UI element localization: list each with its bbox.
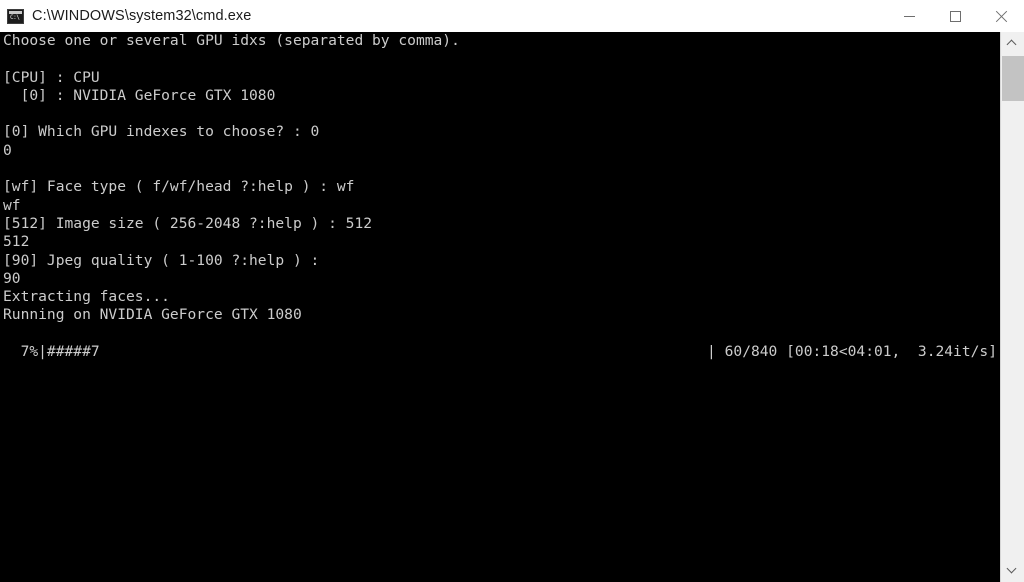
- minimize-button[interactable]: [886, 0, 932, 32]
- maximize-button[interactable]: [932, 0, 978, 32]
- console-output-area[interactable]: Choose one or several GPU idxs (separate…: [0, 32, 1000, 582]
- cmd-window: C:\WINDOWS\system32\cmd.exe Choose one o…: [0, 0, 1024, 582]
- chevron-down-icon: [1008, 566, 1017, 575]
- progress-row: 7%|#####7 | 60/840 [00:18<04:01, 3.24it/…: [3, 343, 997, 361]
- console-text: Choose one or several GPU idxs (separate…: [3, 32, 460, 324]
- close-icon: [995, 10, 1008, 23]
- cmd-console-icon: [7, 8, 24, 24]
- window-controls: [886, 0, 1024, 32]
- window-title: C:\WINDOWS\system32\cmd.exe: [32, 8, 252, 24]
- progress-stats: | 60/840 [00:18<04:01, 3.24it/s]: [707, 343, 997, 360]
- chevron-up-icon: [1008, 40, 1017, 49]
- minimize-icon: [903, 15, 915, 17]
- close-button[interactable]: [978, 0, 1024, 32]
- scroll-up-button[interactable]: [1001, 32, 1024, 56]
- vertical-scrollbar[interactable]: [1000, 32, 1024, 582]
- titlebar[interactable]: C:\WINDOWS\system32\cmd.exe: [0, 0, 1024, 33]
- scroll-down-button[interactable]: [1001, 558, 1024, 582]
- progress-bar: 7%|#####7: [3, 343, 100, 360]
- scrollbar-thumb[interactable]: [1002, 56, 1024, 101]
- maximize-icon: [949, 10, 961, 22]
